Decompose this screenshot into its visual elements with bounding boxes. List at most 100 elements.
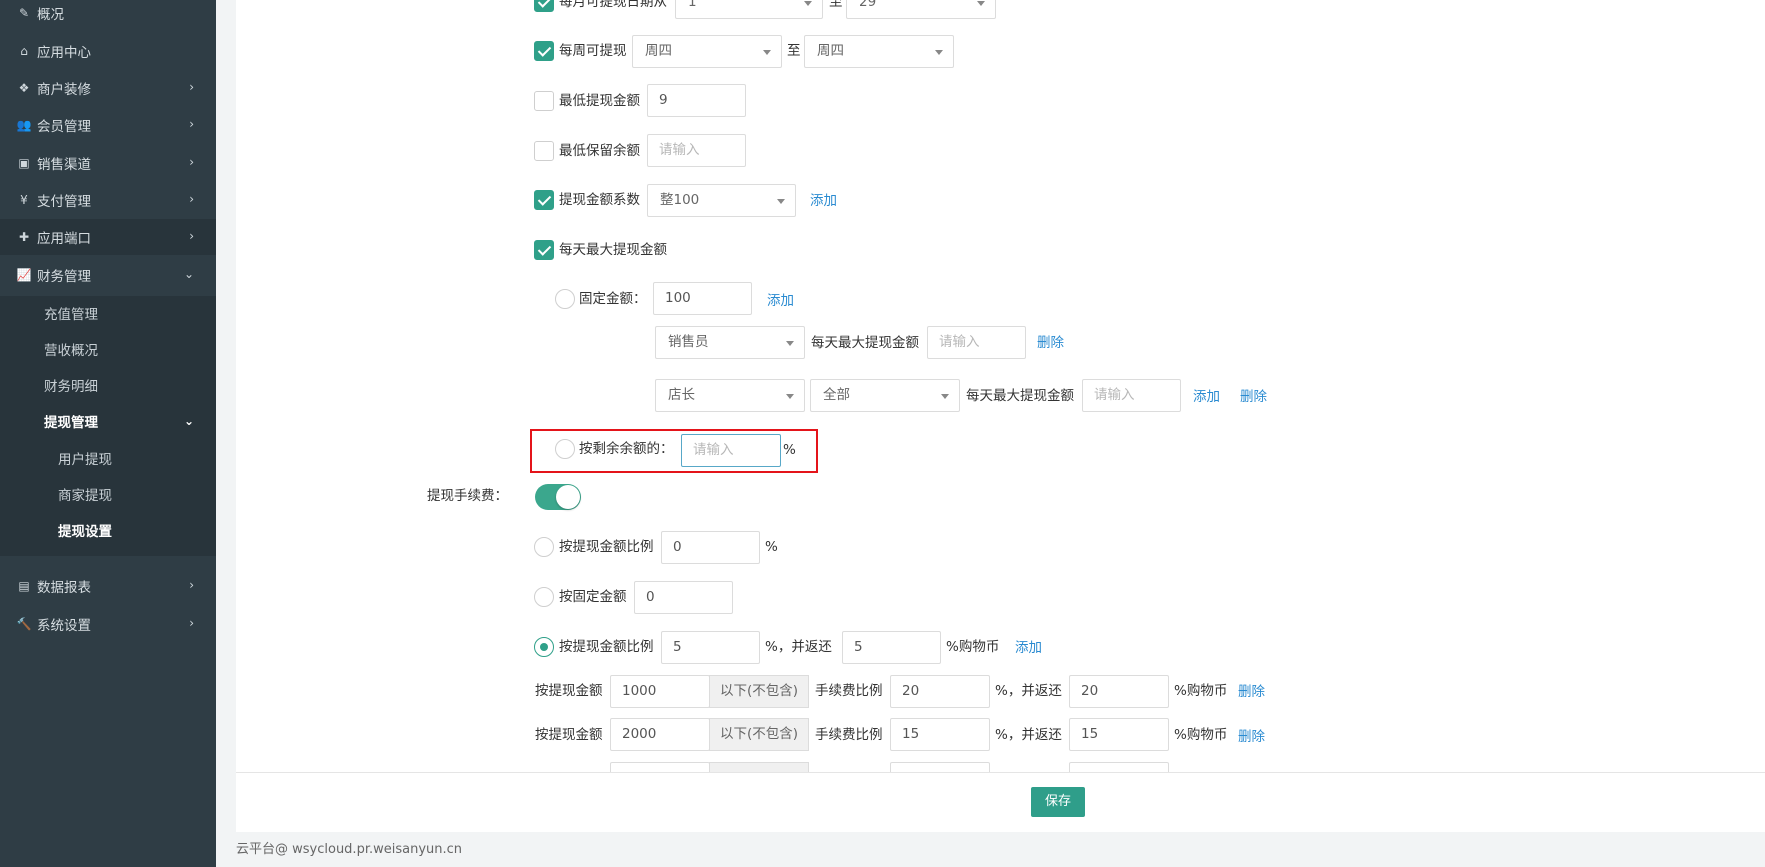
fee-return-label: %，并返还 bbox=[765, 639, 832, 655]
sidebar-item-revenue[interactable]: 营收概况 bbox=[0, 332, 216, 366]
fee-ratio-input[interactable]: 0 bbox=[661, 531, 760, 564]
role-daily-max-input[interactable]: 请输入 bbox=[927, 326, 1026, 359]
fee-fixed-radio[interactable] bbox=[534, 587, 554, 607]
sidebar-item-label: 系统设置 bbox=[37, 618, 91, 634]
select-value: 29 bbox=[859, 0, 877, 10]
sidebar-item-user-withdraw[interactable]: 用户提现 bbox=[0, 441, 216, 475]
sidebar-item-decoration[interactable]: ❖ 商户装修 › bbox=[0, 70, 216, 106]
sidebar-item-app-port[interactable]: ✚ 应用端口 › bbox=[0, 219, 216, 255]
coefficient-add-link[interactable]: 添加 bbox=[810, 191, 837, 211]
monthly-to-label: 至 bbox=[829, 0, 843, 10]
sidebar-item-system-settings[interactable]: 🔨 系统设置 › bbox=[0, 606, 216, 642]
caret-down-icon bbox=[935, 50, 943, 55]
save-button[interactable]: 保存 bbox=[1031, 787, 1085, 817]
chevron-right-icon: › bbox=[189, 155, 194, 169]
monthly-to-select[interactable]: 29 bbox=[846, 0, 996, 19]
caret-down-icon bbox=[786, 341, 794, 346]
caret-down-icon bbox=[941, 394, 949, 399]
tier-delete-link[interactable]: 删除 bbox=[1238, 682, 1265, 702]
coefficient-select[interactable]: 整100 bbox=[647, 184, 796, 217]
tier-label: 按提现金额 bbox=[535, 727, 603, 743]
sidebar-item-members[interactable]: 👥 会员管理 › bbox=[0, 107, 216, 143]
sidebar-item-label: 数据报表 bbox=[37, 580, 91, 596]
tier-fee-label: 手续费比例 bbox=[815, 727, 883, 743]
role2-daily-max-input[interactable]: 请输入 bbox=[1082, 379, 1181, 412]
weekly-to-select[interactable]: 周四 bbox=[804, 35, 954, 68]
sidebar-item-label: 营收概况 bbox=[44, 343, 98, 359]
role2-delete-link[interactable]: 删除 bbox=[1240, 387, 1267, 407]
min-reserve-input[interactable]: 请输入 bbox=[647, 134, 746, 167]
monthly-withdraw-label: 每月可提现日期从 bbox=[559, 0, 667, 10]
sidebar-item-label: 财务明细 bbox=[44, 379, 98, 395]
fixed-amount-input[interactable]: 100 bbox=[653, 282, 752, 315]
weekly-withdraw-checkbox[interactable] bbox=[534, 41, 554, 61]
scope-select[interactable]: 全部 bbox=[810, 379, 960, 412]
sidebar-item-recharge[interactable]: 充值管理 bbox=[0, 296, 216, 330]
tier-label: 按提现金额 bbox=[535, 683, 603, 699]
tier-fee-label: 手续费比例 bbox=[815, 683, 883, 699]
tier-amount-input[interactable]: 1000 bbox=[610, 675, 710, 708]
sidebar-item-label: 提现设置 bbox=[58, 524, 112, 540]
coefficient-checkbox[interactable] bbox=[534, 190, 554, 210]
min-withdraw-input[interactable]: 9 bbox=[647, 84, 746, 117]
fee-fixed-input[interactable]: 0 bbox=[634, 581, 733, 614]
role2-add-link[interactable]: 添加 bbox=[1193, 387, 1220, 407]
chevron-right-icon: › bbox=[189, 578, 194, 592]
caret-down-icon bbox=[804, 1, 812, 6]
min-reserve-checkbox[interactable] bbox=[534, 141, 554, 161]
tier-fee-input[interactable]: 20 bbox=[890, 675, 990, 708]
sidebar-item-label: 商家提现 bbox=[58, 488, 112, 504]
sidebar-item-reports[interactable]: ▤ 数据报表 › bbox=[0, 568, 216, 604]
tier-coin-label: %购物币 bbox=[1174, 727, 1228, 743]
chevron-down-icon: ⌄ bbox=[183, 414, 194, 428]
fee-add-link[interactable]: 添加 bbox=[1015, 638, 1042, 658]
fee-ratio-return-input[interactable]: 5 bbox=[661, 631, 760, 664]
weekly-withdraw-label: 每周可提现 bbox=[559, 43, 627, 59]
weekly-from-select[interactable]: 周四 bbox=[632, 35, 782, 68]
sidebar-item-merchant-withdraw[interactable]: 商家提现 bbox=[0, 477, 216, 511]
monthly-from-select[interactable]: 1 bbox=[675, 0, 823, 19]
monthly-withdraw-checkbox[interactable] bbox=[534, 0, 554, 12]
sidebar-item-payment[interactable]: ¥ 支付管理 › bbox=[0, 182, 216, 218]
tier-coin-label: %购物币 bbox=[1174, 683, 1228, 699]
select-value: 销售员 bbox=[668, 334, 709, 350]
sidebar-item-sales-channel[interactable]: ▣ 销售渠道 › bbox=[0, 145, 216, 181]
tier-return-label: %，并返还 bbox=[995, 683, 1062, 699]
sidebar-item-label: 支付管理 bbox=[37, 194, 91, 210]
sidebar-item-withdraw-management[interactable]: 提现管理 ⌄ bbox=[0, 404, 216, 438]
tier-delete-link[interactable]: 删除 bbox=[1238, 727, 1265, 747]
edit-icon: ✎ bbox=[18, 6, 30, 20]
by-balance-input[interactable]: 请输入 bbox=[681, 434, 781, 467]
daily-max-checkbox[interactable] bbox=[534, 240, 554, 260]
sidebar-item-withdraw-settings[interactable]: 提现设置 bbox=[0, 513, 216, 547]
fee-label: 提现手续费： bbox=[427, 488, 508, 504]
users-icon: 👥 bbox=[16, 118, 32, 132]
chevron-right-icon: › bbox=[189, 192, 194, 206]
sidebar-item-overview[interactable]: ✎ 概况 bbox=[0, 0, 216, 31]
fee-ratio-radio[interactable] bbox=[534, 537, 554, 557]
fee-ratio-percent: % bbox=[765, 539, 778, 555]
fixed-amount-radio[interactable] bbox=[555, 289, 575, 309]
sidebar-item-label: 充值管理 bbox=[44, 307, 98, 323]
tier-return-input[interactable]: 20 bbox=[1069, 675, 1169, 708]
tier-fee-input[interactable]: 15 bbox=[890, 718, 990, 751]
weekly-to-label: 至 bbox=[787, 43, 801, 59]
by-balance-radio[interactable] bbox=[555, 439, 575, 459]
yen-icon: ¥ bbox=[20, 193, 28, 207]
sidebar-item-label: 应用端口 bbox=[37, 231, 91, 247]
role-select[interactable]: 销售员 bbox=[655, 326, 805, 359]
sidebar: ✎ 概况 ⌂ 应用中心 ❖ 商户装修 › 👥 会员管理 › ▣ 销售渠道 › ¥… bbox=[0, 0, 216, 867]
tier-amount-input[interactable]: 2000 bbox=[610, 718, 710, 751]
fixed-amount-add-link[interactable]: 添加 bbox=[767, 291, 794, 311]
fee-return-input[interactable]: 5 bbox=[842, 631, 941, 664]
fee-ratio-return-radio[interactable] bbox=[534, 637, 554, 657]
tier-return-input[interactable]: 15 bbox=[1069, 718, 1169, 751]
sidebar-item-finance[interactable]: 📈 财务管理 ⌄ bbox=[0, 257, 216, 293]
role-select-2[interactable]: 店长 bbox=[655, 379, 805, 412]
sidebar-item-app-center[interactable]: ⌂ 应用中心 bbox=[0, 33, 216, 69]
chevron-right-icon: › bbox=[189, 229, 194, 243]
role-delete-link[interactable]: 删除 bbox=[1037, 333, 1064, 353]
min-withdraw-checkbox[interactable] bbox=[534, 91, 554, 111]
sidebar-item-finance-detail[interactable]: 财务明细 bbox=[0, 368, 216, 402]
fee-toggle[interactable] bbox=[535, 484, 581, 510]
